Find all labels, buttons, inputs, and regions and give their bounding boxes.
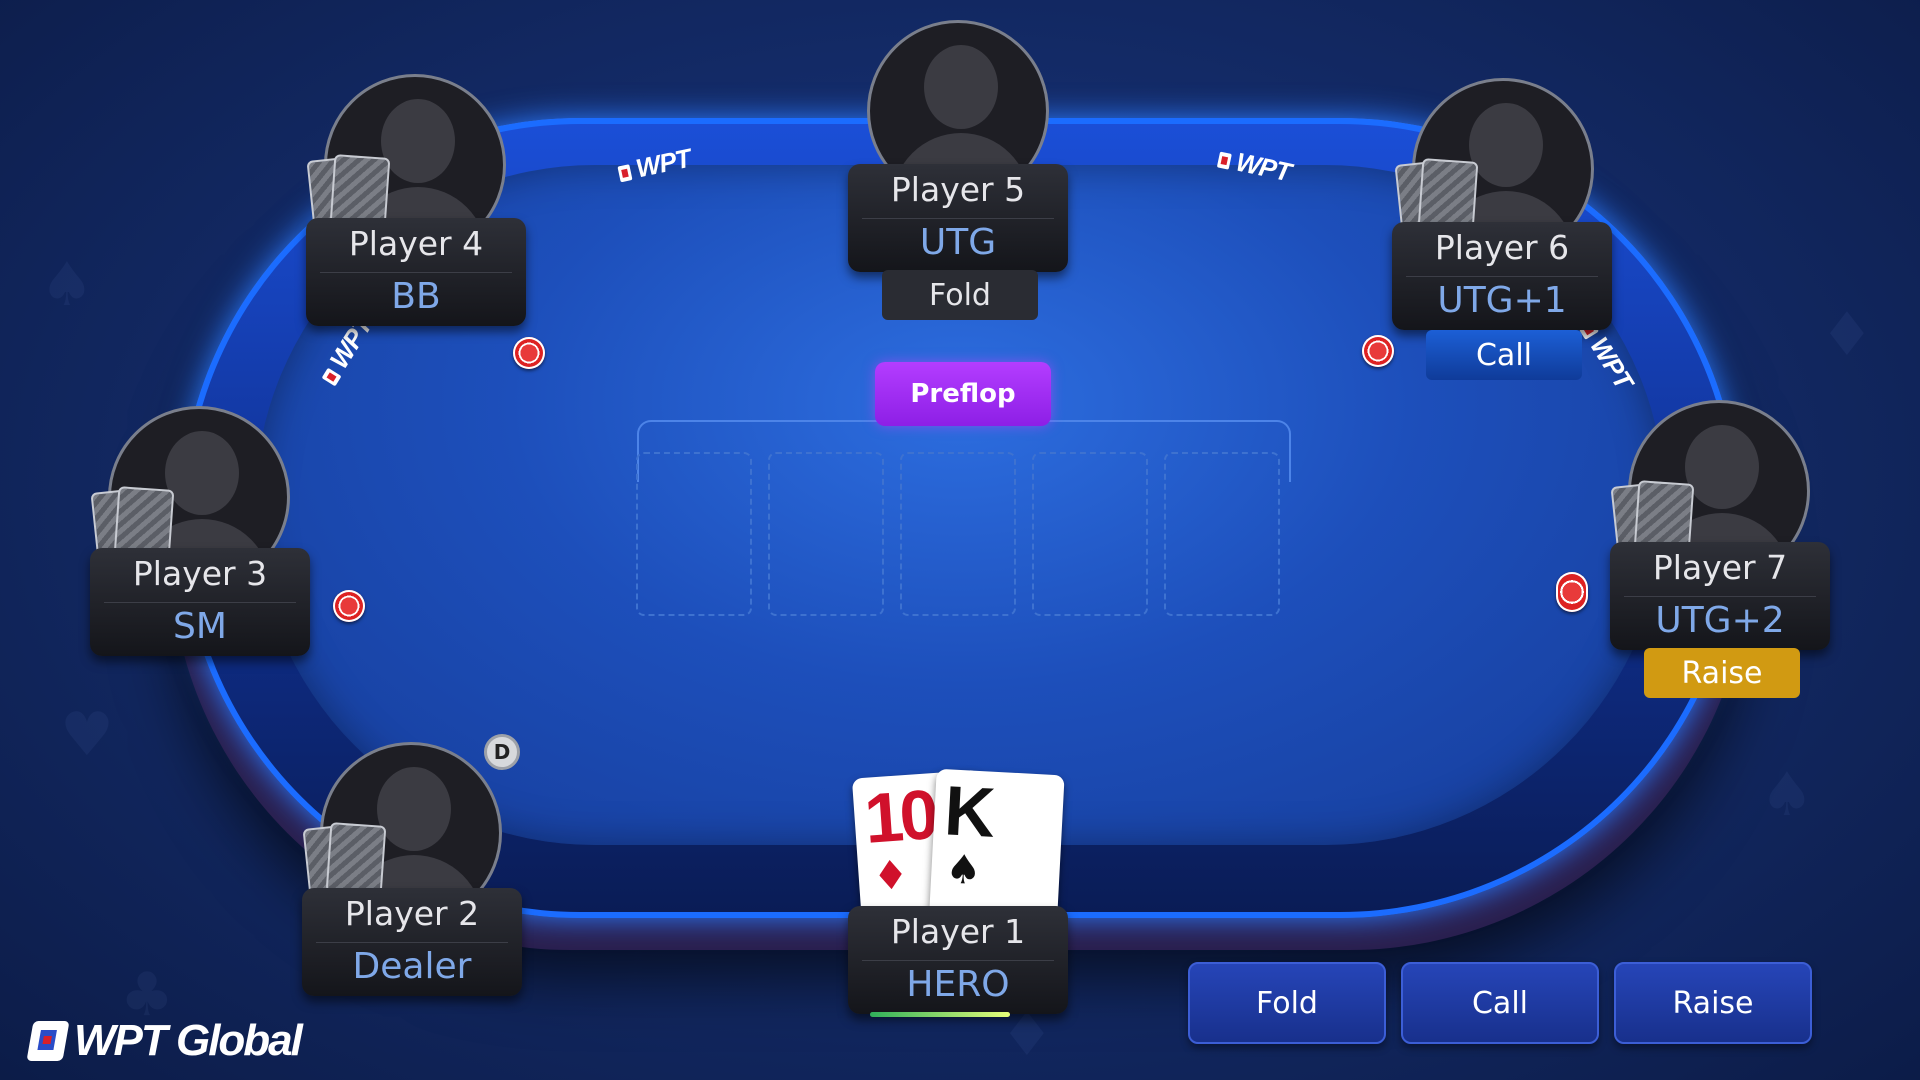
turn-timer-bar (870, 1012, 1010, 1017)
action-tag-call: Call (1426, 330, 1582, 380)
nameplate: Player 4 BB (306, 218, 526, 326)
player-name: Player 6 (1434, 228, 1570, 267)
brand-logo: WPT Global (26, 1016, 303, 1066)
fold-button[interactable]: Fold (1188, 962, 1386, 1044)
brand-name: WPT Global (74, 1016, 303, 1065)
nameplate: Player 5 UTG (848, 164, 1068, 272)
bet-chip (1362, 335, 1394, 367)
hole-card-back (1417, 158, 1479, 232)
spade-suit-icon: ♠ (944, 846, 983, 895)
nameplate: Player 7 UTG+2 (1610, 542, 1830, 650)
player-position: SM (173, 606, 227, 647)
player-name: Player 4 (348, 224, 484, 263)
action-tag-raise: Raise (1644, 648, 1800, 698)
raise-button[interactable]: Raise (1614, 962, 1812, 1044)
dealer-button: D (484, 734, 520, 770)
player-position: BB (391, 276, 441, 317)
player-position: UTG+2 (1655, 600, 1785, 641)
player-name: Player 5 (890, 170, 1026, 209)
street-badge: Preflop (875, 362, 1051, 426)
player-name: Player 7 (1652, 548, 1788, 587)
diamond-suit-icon: ♦ (871, 852, 911, 901)
board-card-slot-3 (900, 452, 1016, 616)
nameplate: Player 2 Dealer (302, 888, 522, 996)
nameplate: Player 6 UTG+1 (1392, 222, 1612, 330)
bet-chip (513, 337, 545, 369)
player-position: UTG (919, 222, 997, 263)
hole-card-back (329, 154, 391, 228)
action-tag-fold: Fold (882, 270, 1038, 320)
player-name: Player 1 (890, 912, 1026, 951)
player-position: HERO (906, 964, 1010, 1005)
bet-chip-stack (1556, 572, 1588, 612)
board-card-slot-5 (1164, 452, 1280, 616)
board-card-slot-4 (1032, 452, 1148, 616)
call-button[interactable]: Call (1401, 962, 1599, 1044)
wpt-logo-icon (26, 1021, 70, 1061)
player-name: Player 2 (344, 894, 480, 933)
hole-card-back (325, 822, 387, 896)
card-rank: K (942, 771, 994, 852)
player-position: Dealer (352, 946, 472, 987)
player-name: Player 3 (132, 554, 268, 593)
board-card-slot-2 (768, 452, 884, 616)
card-rank: 10 (861, 775, 938, 858)
nameplate: Player 1 HERO (848, 906, 1068, 1014)
player-position: UTG+1 (1437, 280, 1567, 321)
nameplate: Player 3 SM (90, 548, 310, 656)
bet-chip (333, 590, 365, 622)
board-card-slot-1 (636, 452, 752, 616)
